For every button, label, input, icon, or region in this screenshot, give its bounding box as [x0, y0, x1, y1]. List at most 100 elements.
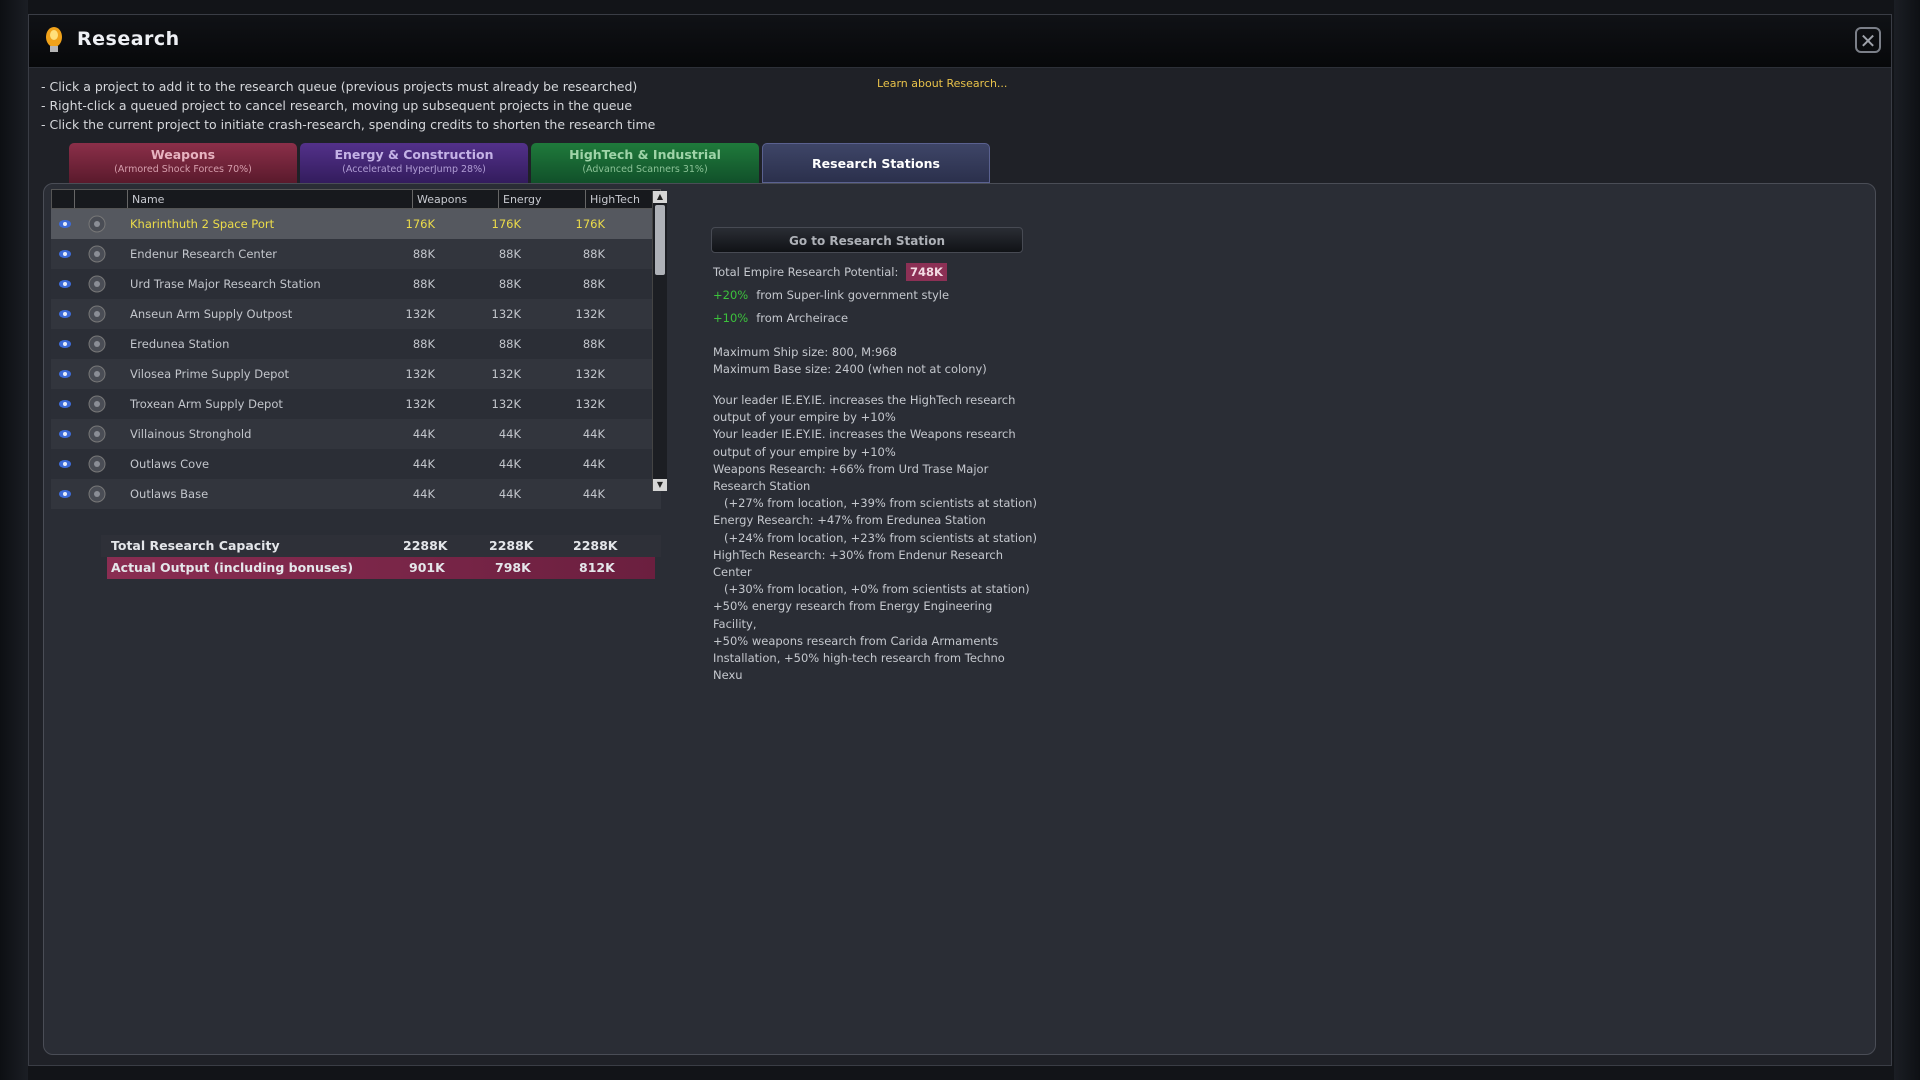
note-line: Weapons Research: +66% from Urd Trase Ma…: [713, 461, 989, 476]
table-header: Name Weapons Energy HighTech: [51, 189, 661, 209]
weapons-value: 176K: [405, 217, 436, 231]
tab-current-project: (Armored Shock Forces 70%): [114, 164, 252, 175]
station-name: Vilosea Prime Supply Depot: [130, 367, 290, 381]
actual-output-row: Actual Output (including bonuses) 901K 7…: [107, 557, 655, 579]
actual-output-label: Actual Output (including bonuses): [111, 560, 354, 575]
eye-icon[interactable]: [59, 429, 71, 439]
column-header-weapons[interactable]: Weapons: [417, 193, 467, 206]
total-capacity-row: Total Research Capacity 2288K 2288K 2288…: [101, 535, 661, 557]
station-name: Outlaws Cove: [130, 457, 210, 471]
note-line: Center: [713, 565, 752, 580]
research-window: Research ✕ - Click a project to add it t…: [28, 14, 1892, 1066]
eye-icon[interactable]: [59, 489, 71, 499]
table-row[interactable]: Eredunea Station 88K 88K 88K: [51, 329, 661, 359]
hint-line: - Click the current project to initiate …: [41, 117, 656, 132]
tab-current-project: (Advanced Scanners 31%): [582, 164, 708, 175]
table-row[interactable]: Endenur Research Center 88K 88K 88K: [51, 239, 661, 269]
weapons-value: 44K: [412, 457, 435, 471]
go-to-research-station-button[interactable]: Go to Research Station: [711, 227, 1023, 253]
actual-output-hightech: 812K: [579, 560, 615, 575]
note-line: HighTech Research: +30% from Endenur Res…: [713, 547, 1004, 562]
energy-value: 132K: [491, 307, 522, 321]
learn-about-research-link[interactable]: Learn about Research...: [877, 77, 1007, 90]
total-capacity-label: Total Research Capacity: [111, 538, 280, 553]
column-header-hightech[interactable]: HighTech: [590, 193, 640, 206]
background-left-strip: [0, 0, 28, 1080]
scroll-up-icon[interactable]: ▲: [653, 191, 667, 203]
station-name: Kharinthuth 2 Space Port: [130, 217, 275, 231]
eye-icon[interactable]: [59, 399, 71, 409]
hightech-value: 88K: [582, 247, 605, 261]
energy-value: 132K: [491, 367, 522, 381]
weapons-value: 88K: [412, 247, 435, 261]
supply-outpost-icon: [88, 305, 106, 323]
eye-icon[interactable]: [59, 309, 71, 319]
research-station-icon: [88, 275, 106, 293]
bonus-percent: +20%: [713, 288, 749, 302]
bonus-text: from Super-link government style: [756, 288, 950, 302]
research-potential: Total Empire Research Potential: 748K: [713, 263, 947, 281]
eye-icon[interactable]: [59, 459, 71, 469]
note-line: (+30% from location, +0% from scientists…: [713, 582, 1030, 597]
table-row[interactable]: Outlaws Base 44K 44K 44K: [51, 479, 661, 509]
weapons-value: 132K: [405, 307, 436, 321]
note-line: Installation, +50% high-tech research fr…: [713, 651, 1005, 683]
table-row[interactable]: Outlaws Cove 44K 44K 44K: [51, 449, 661, 479]
station-name: Outlaws Base: [130, 487, 209, 501]
table-row[interactable]: Urd Trase Major Research Station 88K 88K 88…: [51, 269, 661, 299]
eye-icon[interactable]: [59, 339, 71, 349]
table-row[interactable]: Anseun Arm Supply Outpost 132K 132K 132K: [51, 299, 661, 329]
table-row[interactable]: Vilosea Prime Supply Depot 132K 132K 132K: [51, 359, 661, 389]
tab-label: Energy & Construction: [334, 147, 494, 162]
note-line: (+24% from location, +23% from scientist…: [713, 530, 1037, 545]
research-station-icon: [88, 485, 106, 503]
eye-icon[interactable]: [59, 369, 71, 379]
actual-output-energy: 798K: [495, 560, 531, 575]
total-capacity-energy: 2288K: [489, 538, 534, 553]
hightech-value: 132K: [575, 367, 606, 381]
eye-icon[interactable]: [59, 219, 71, 229]
eye-icon[interactable]: [59, 279, 71, 289]
pirate-base-icon: [88, 425, 106, 443]
tab-weapons[interactable]: Weapons (Armored Shock Forces 70%): [69, 143, 297, 183]
window-title: Research: [77, 28, 180, 50]
station-name: Anseun Arm Supply Outpost: [130, 307, 293, 321]
hightech-value: 132K: [575, 307, 606, 321]
scroll-down-icon[interactable]: ▼: [653, 479, 667, 491]
tab-label: HighTech & Industrial: [569, 147, 721, 162]
hint-line: - Right-click a queued project to cancel…: [41, 98, 633, 113]
weapons-value: 44K: [412, 427, 435, 441]
table-row[interactable]: Villainous Stronghold 44K 44K 44K: [51, 419, 661, 449]
total-capacity-hightech: 2288K: [573, 538, 618, 553]
background-right-strip: [1894, 0, 1920, 1080]
note-line: Your leader IE.EY.IE. increases the Weap…: [713, 427, 1016, 442]
hightech-value: 88K: [582, 277, 605, 291]
scroll-thumb[interactable]: [655, 205, 665, 275]
hightech-value: 44K: [582, 457, 605, 471]
note-line: +50% energy research from Energy Enginee…: [713, 599, 993, 631]
energy-value: 88K: [498, 337, 521, 351]
table-scrollbar[interactable]: ▲ ▼: [652, 191, 667, 491]
supply-depot-icon: [88, 395, 106, 413]
column-header-name[interactable]: Name: [132, 193, 164, 206]
column-header-energy[interactable]: Energy: [503, 193, 542, 206]
table-body: Kharinthuth 2 Space Port 176K 176K 176K Ende…: [51, 209, 661, 509]
research-stations-table: Name Weapons Energy HighTech Kharinthuth…: [51, 189, 661, 509]
research-potential-value: 748K: [906, 263, 947, 281]
weapons-value: 44K: [412, 487, 435, 501]
hightech-value: 44K: [582, 427, 605, 441]
tab-hightech-industrial[interactable]: HighTech & Industrial (Advanced Scanners…: [531, 143, 759, 183]
eye-icon[interactable]: [59, 249, 71, 259]
tab-energy-construction[interactable]: Energy & Construction (Accelerated Hyper…: [300, 143, 528, 183]
tab-research-stations[interactable]: Research Stations: [762, 143, 990, 183]
hightech-value: 132K: [575, 397, 606, 411]
instructions: - Click a project to add it to the resea…: [41, 77, 655, 134]
close-icon[interactable]: ✕: [1855, 27, 1881, 53]
bonus-government: +20% from Super-link government style: [713, 288, 949, 302]
station-name: Endenur Research Center: [130, 247, 278, 261]
tab-label: Weapons: [150, 147, 216, 162]
research-station-icon: [88, 245, 106, 263]
bonus-text: from Archeirace: [756, 311, 849, 325]
table-row[interactable]: Kharinthuth 2 Space Port 176K 176K 176K: [51, 209, 661, 239]
table-row[interactable]: Troxean Arm Supply Depot 132K 132K 132K: [51, 389, 661, 419]
